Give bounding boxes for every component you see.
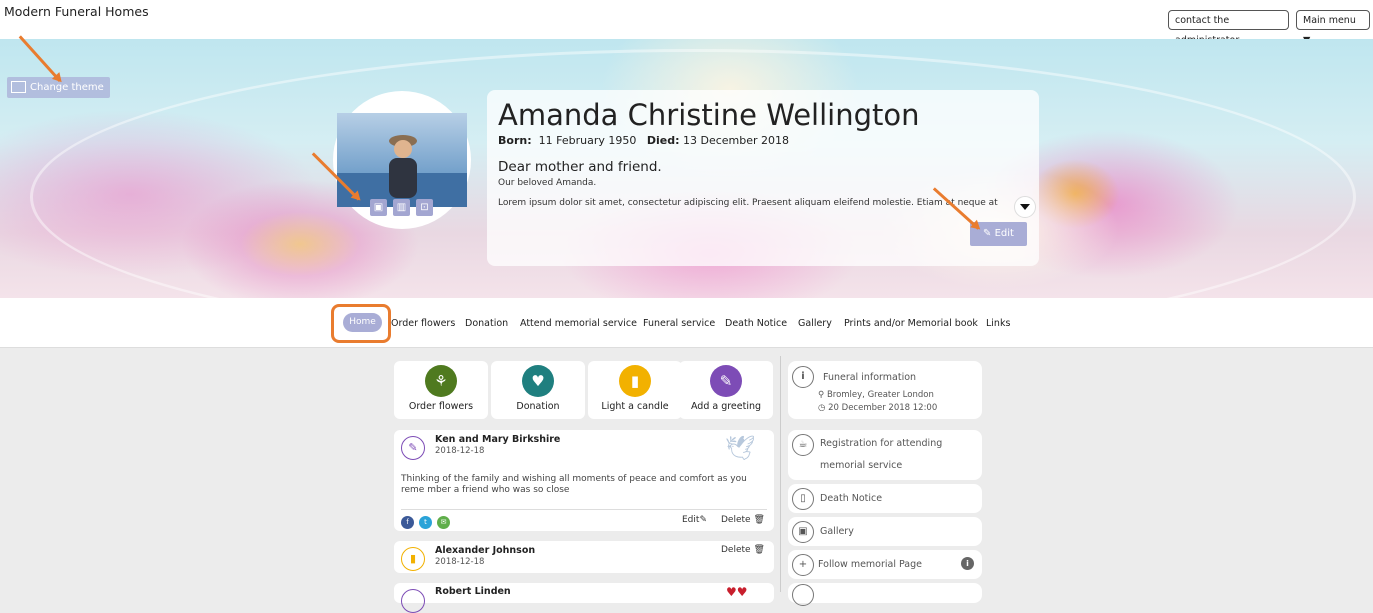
more-card[interactable] — [788, 583, 982, 606]
light-candle-label: Light a candle — [601, 401, 669, 412]
funeral-time: ◷ 20 December 2018 12:00 — [818, 403, 937, 413]
funeral-info-title: Funeral information — [823, 372, 917, 383]
order-flowers-label: Order flowers — [408, 401, 474, 412]
greeting-delete-link[interactable]: Delete 🗑 — [721, 515, 765, 525]
death-notice-label: Death Notice — [820, 493, 883, 504]
donation-card[interactable]: ♥ Donation — [491, 361, 585, 419]
pencil-icon: ✎ — [699, 515, 707, 525]
funeral-location: ⚲ Bromley, Greater London — [818, 390, 934, 400]
greeting-date: 2018-12-18 — [435, 446, 485, 456]
died-date: 13 December 2018 — [682, 134, 790, 147]
main-nav: Home Order flowers Donation Attend memor… — [0, 298, 1373, 348]
expand-text-button[interactable] — [1014, 196, 1036, 218]
life-dates: Born: 11 February 1950 Died: 13 December… — [498, 134, 789, 147]
add-person-icon: + — [792, 554, 814, 576]
donation-heart-icon: ♥ — [522, 365, 554, 397]
document-icon: ▯ — [792, 488, 814, 510]
feather-icon: ✎ — [401, 436, 425, 460]
funeral-time-text: 20 December 2018 12:00 — [828, 403, 938, 413]
globe-icon — [792, 584, 814, 606]
deceased-name: Amanda Christine Wellington — [498, 98, 920, 132]
profile-photo-frame: ▣ ▥ ⊡ — [333, 91, 471, 229]
gallery-label: Gallery — [820, 526, 854, 537]
candle-author: Alexander Johnson — [435, 545, 536, 556]
column-divider — [780, 356, 781, 592]
nav-funeral-service[interactable]: Funeral service — [643, 318, 715, 329]
nav-links[interactable]: Links — [986, 318, 1010, 329]
feather-icon: ✎ — [710, 365, 742, 397]
delete-photo-icon[interactable]: ▥ — [393, 199, 410, 216]
candle-icon: ▮ — [619, 365, 651, 397]
subline: Our beloved Amanda. — [498, 178, 597, 188]
dove-icon: 🕊 — [725, 434, 756, 462]
candle-date: 2018-12-18 — [435, 557, 485, 567]
follow-card[interactable]: + Follow memorial Page i — [788, 550, 982, 579]
died-label: Died: — [646, 134, 680, 147]
greeting-edit-link[interactable]: Edit✎ — [682, 515, 707, 525]
nav-death-notice[interactable]: Death Notice — [725, 318, 787, 329]
email-icon[interactable]: ✉ — [437, 516, 450, 529]
change-theme-label: Change theme — [30, 82, 104, 93]
image-icon — [11, 81, 26, 93]
candle-icon: ▮ — [401, 547, 425, 571]
nav-prints[interactable]: Prints and/or Memorial book — [844, 318, 978, 329]
candle-delete-link[interactable]: Delete 🗑 — [721, 545, 765, 555]
candle-delete-label: Delete — [721, 545, 751, 555]
gallery-icon: ▣ — [792, 521, 814, 543]
born-label: Born: — [498, 134, 532, 147]
flower-icon: ⚘ — [425, 365, 457, 397]
info-icon: i — [792, 366, 814, 388]
born-date: 11 February 1950 — [538, 134, 637, 147]
gallery-card[interactable]: ▣ Gallery — [788, 517, 982, 546]
clock-icon: ◷ — [818, 403, 826, 413]
main-menu-button[interactable]: Main menu ▼ — [1296, 10, 1370, 46]
trash-icon: 🗑 — [753, 545, 765, 555]
flower-entry: Robert Linden ♥♥ — [394, 583, 774, 613]
funeral-location-text: Bromley, Greater London — [826, 390, 934, 400]
light-candle-card[interactable]: ▮ Light a candle — [588, 361, 682, 419]
add-greeting-label: Add a greeting — [690, 401, 762, 412]
biography-text: Lorem ipsum dolor sit amet, consectetur … — [498, 198, 998, 208]
add-greeting-card[interactable]: ✎ Add a greeting — [679, 361, 773, 419]
greeting-footer: f t ✉ Edit✎ Delete 🗑 — [401, 509, 767, 529]
nav-donation[interactable]: Donation — [465, 318, 508, 329]
greeting-delete-label: Delete — [721, 515, 751, 525]
coffee-cup-icon: ☕ — [792, 434, 814, 456]
greeting-edit-label: Edit — [682, 515, 700, 525]
feather-icon — [401, 589, 425, 613]
nav-home[interactable]: Home — [343, 313, 382, 332]
top-bar: Modern Funeral Homes contact the adminis… — [0, 0, 1373, 46]
greeting-author: Ken and Mary Birkshire — [435, 434, 561, 445]
nav-attend-memorial[interactable]: Attend memorial service — [520, 318, 637, 329]
candle-entry: ▮ Alexander Johnson 2018-12-18 Delete 🗑 — [394, 541, 774, 573]
registration-card[interactable]: ☕ Registration for attending memorial se… — [788, 430, 982, 480]
donation-label: Donation — [516, 401, 560, 412]
crop-photo-icon[interactable]: ⊡ — [416, 199, 433, 216]
nav-gallery[interactable]: Gallery — [798, 318, 832, 329]
registration-line1: Registration for attending — [820, 438, 943, 449]
edit-label: Edit — [994, 228, 1014, 239]
nav-order-flowers[interactable]: Order flowers — [391, 318, 455, 329]
trash-icon: 🗑 — [753, 515, 765, 525]
funeral-info-card[interactable]: i Funeral information ⚲ Bromley, Greater… — [788, 361, 982, 419]
location-pin-icon: ⚲ — [818, 390, 825, 400]
twitter-icon[interactable]: t — [419, 516, 432, 529]
death-notice-card[interactable]: ▯ Death Notice — [788, 484, 982, 513]
hero-banner: Change theme ▣ ▥ ⊡ Amanda Christine Well… — [0, 39, 1373, 298]
greeting-message: Thinking of the family and wishing all m… — [401, 474, 747, 495]
headline: Dear mother and friend. — [498, 159, 662, 175]
order-flowers-card[interactable]: ⚘ Order flowers — [394, 361, 488, 419]
brand-name[interactable]: Modern Funeral Homes — [4, 4, 149, 19]
contact-admin-button[interactable]: contact the administrator — [1168, 10, 1289, 46]
photo-tools: ▣ ▥ ⊡ — [370, 199, 433, 216]
facebook-icon[interactable]: f — [401, 516, 414, 529]
profile-info-card: Amanda Christine Wellington Born: 11 Feb… — [487, 90, 1039, 266]
registration-line2: memorial service — [820, 460, 903, 471]
follow-label: Follow memorial Page — [818, 559, 923, 570]
heart-icon: ♥♥ — [726, 585, 748, 599]
upload-photo-icon[interactable]: ▣ — [370, 199, 387, 216]
info-icon[interactable]: i — [961, 557, 974, 570]
greeting-card: ✎ Ken and Mary Birkshire 2018-12-18 🕊 Th… — [394, 430, 774, 531]
